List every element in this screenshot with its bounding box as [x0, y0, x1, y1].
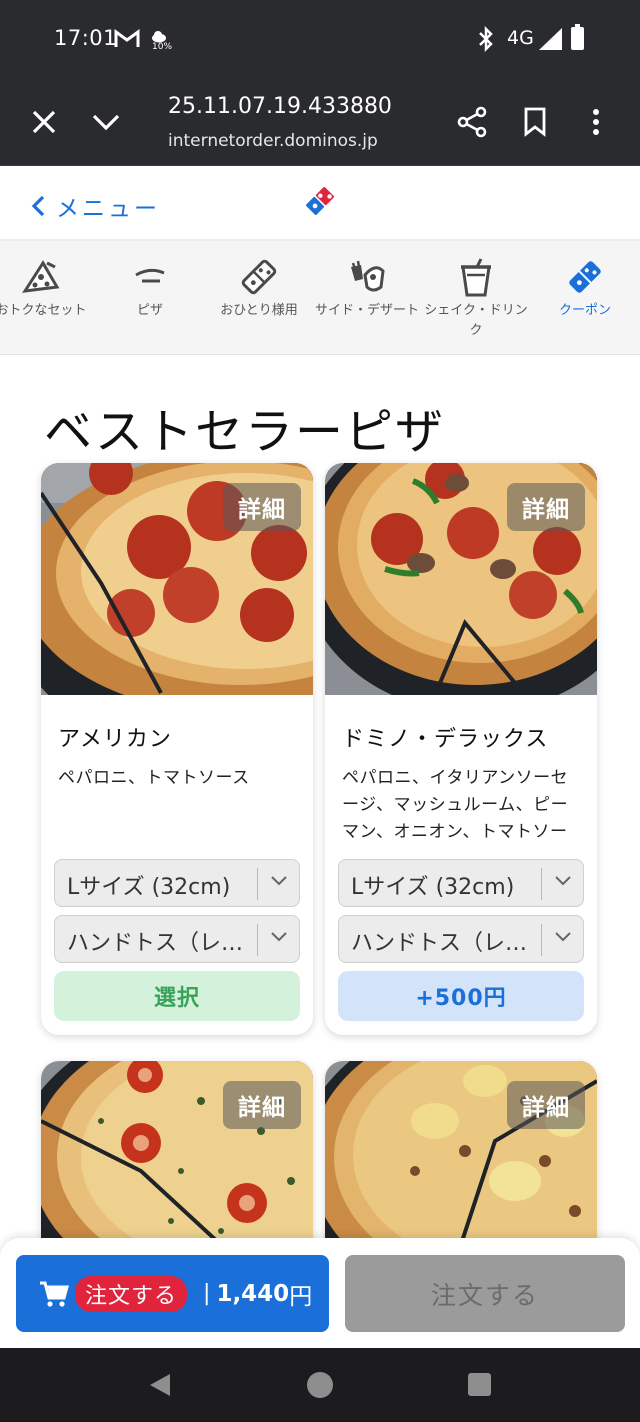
category-item-side-dessert[interactable]: サイド・デザート	[312, 241, 422, 355]
crust-select[interactable]: ハンドトス（レギュラー）	[338, 915, 584, 963]
system-nav-bar	[0, 1348, 640, 1422]
page-title: 25.11.07.19.433880	[168, 94, 392, 119]
bookmark-icon[interactable]	[515, 100, 555, 144]
mail-icon	[114, 29, 140, 53]
category-label: おひとり様用	[220, 303, 298, 318]
pizza-photo[interactable]: 詳細	[41, 463, 313, 695]
select-divider	[257, 868, 258, 900]
detail-button[interactable]: 詳細	[223, 483, 301, 531]
select-button[interactable]: 選択	[54, 971, 300, 1021]
category-nav: おトクなセット ピザ おひとり様用 サイド・デザート シェイク・ドリンク クーポ…	[0, 241, 640, 355]
home-icon[interactable]	[305, 1372, 335, 1402]
detail-button[interactable]: 詳細	[507, 483, 585, 531]
select-divider	[257, 924, 258, 956]
dominos-logo[interactable]	[300, 181, 340, 225]
weather-percent: 10%	[152, 42, 173, 52]
status-bar: 17:01 10% 4G	[0, 0, 640, 80]
category-label: クーポン	[558, 303, 611, 318]
crust-select[interactable]: ハンドトス（レギュラー）	[54, 915, 300, 963]
size-select-value: Lサイズ (32cm)	[351, 875, 515, 900]
page-url: internetorder.dominos.jp	[168, 131, 378, 151]
category-item-set[interactable]: おトクなセット	[0, 241, 96, 355]
category-item-single[interactable]: おひとり様用	[204, 241, 314, 355]
drink-cup-icon	[421, 241, 531, 301]
chevron-down-icon	[555, 932, 571, 942]
order-bar: 注文する | 1,440 円 注文する	[0, 1238, 640, 1348]
select-divider	[541, 868, 542, 900]
share-icon[interactable]	[452, 100, 492, 144]
back-to-menu-link[interactable]: メニュー	[30, 189, 160, 223]
category-label: シェイク・ドリンク	[424, 303, 528, 338]
order-pill: 注文する	[75, 1275, 188, 1312]
chevron-down-icon	[555, 876, 571, 886]
back-icon[interactable]	[148, 1372, 172, 1398]
crust-select-value: ハンドトス（レギュラー）	[351, 931, 537, 956]
battery-icon	[571, 24, 584, 50]
side-dessert-icon	[312, 241, 422, 301]
recents-icon[interactable]	[468, 1372, 492, 1398]
detail-button[interactable]: 詳細	[223, 1081, 301, 1129]
dominos-tile-icon	[204, 241, 314, 301]
section-title: ベストセラーピザ	[44, 404, 445, 460]
order-submit-button-disabled[interactable]: 注文する	[345, 1255, 625, 1332]
browser-toolbar: 25.11.07.19.433880 internetorder.dominos…	[0, 80, 640, 166]
category-item-pizza[interactable]: ピザ	[95, 241, 205, 355]
category-label: サイド・デザート	[314, 303, 419, 318]
select-button[interactable]: +500円	[338, 971, 584, 1021]
category-item-coupon[interactable]: クーポン	[530, 241, 640, 355]
pizza-icon	[95, 241, 205, 301]
category-label: ピザ	[136, 303, 163, 318]
select-divider	[541, 924, 542, 956]
product-card[interactable]: 詳細 ドミノ・デラックス ペパロニ、イタリアンソーセージ、マッシュルーム、ピーマ…	[325, 463, 597, 1035]
order-total-unit: 円	[289, 1283, 313, 1310]
chevron-down-icon	[271, 932, 287, 942]
order-button[interactable]: 注文する | 1,440 円	[16, 1255, 329, 1332]
network-type: 4G	[507, 27, 534, 49]
chevron-down-icon	[271, 876, 287, 886]
back-link-label: メニュー	[56, 196, 160, 222]
category-item-drink[interactable]: シェイク・ドリンク	[421, 241, 531, 355]
signal-icon	[539, 28, 563, 54]
size-select[interactable]: Lサイズ (32cm)	[338, 859, 584, 907]
more-icon[interactable]	[576, 100, 616, 144]
bluetooth-icon	[476, 25, 496, 56]
pizza-slice-icon	[0, 241, 96, 301]
crust-select-value: ハンドトス（レギュラー）	[67, 931, 253, 956]
cart-icon	[40, 1281, 69, 1307]
detail-button[interactable]: 詳細	[507, 1081, 585, 1129]
pizza-photo[interactable]: 詳細	[325, 463, 597, 695]
order-separator: |	[203, 1281, 211, 1306]
order-total: 1,440	[216, 1280, 290, 1307]
size-select-value: Lサイズ (32cm)	[67, 875, 231, 900]
product-name: アメリカン	[58, 727, 172, 752]
close-icon[interactable]	[24, 100, 64, 144]
product-description: ペパロニ、トマトソース	[58, 768, 250, 788]
site-header: メニュー	[0, 167, 640, 241]
category-label: おトクなセット	[0, 303, 87, 318]
product-name: ドミノ・デラックス	[342, 727, 549, 752]
coupon-icon	[530, 241, 640, 301]
status-time: 17:01	[54, 26, 118, 50]
chevron-down-icon[interactable]	[86, 100, 126, 144]
product-card[interactable]: 詳細 アメリカン ペパロニ、トマトソース Lサイズ (32cm) ハンドトス（レ…	[41, 463, 313, 1035]
chevron-left-icon	[31, 195, 45, 217]
product-description: ペパロニ、イタリアンソーセージ、マッシュルーム、ピーマン、オニオン、トマトソース	[342, 768, 569, 842]
size-select[interactable]: Lサイズ (32cm)	[54, 859, 300, 907]
